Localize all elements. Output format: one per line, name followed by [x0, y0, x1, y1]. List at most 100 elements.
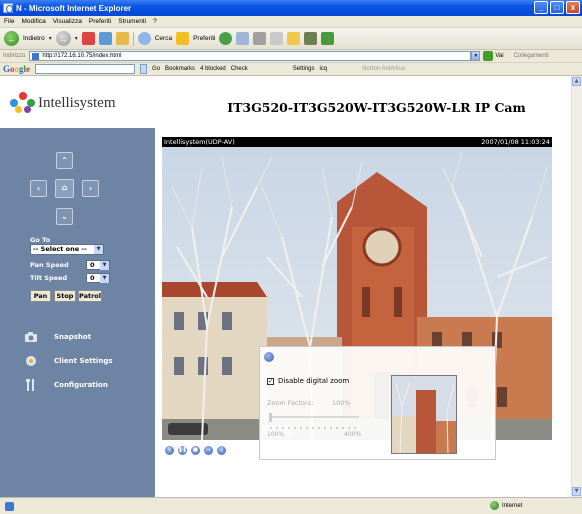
home-icon[interactable]	[115, 32, 129, 45]
forward-arrow-icon[interactable]: →	[55, 31, 71, 46]
zoom-factor-slider[interactable]	[267, 411, 363, 431]
google-toolbar: Google Go Bookmarks 4 blocked Check Sett…	[0, 63, 582, 76]
tilt-up-button[interactable]: ⌃	[56, 152, 73, 169]
history-icon[interactable]	[219, 32, 233, 45]
address-input[interactable]: http://172.16.10.75/index.html	[29, 51, 472, 61]
messenger-icon[interactable]	[304, 32, 318, 45]
menu-modifica[interactable]: Modifica	[21, 18, 45, 25]
zoom-preview-thumbnail[interactable]	[391, 375, 457, 454]
plugin-icon[interactable]	[321, 32, 335, 45]
tilt-speed-select[interactable]: 0 ▼	[86, 273, 110, 283]
zoom-factor-label: Zoom Factors:	[267, 399, 314, 407]
page-scrollbar[interactable]: ▲ ▼	[571, 76, 582, 497]
nav-configuration[interactable]: Configuration	[24, 379, 108, 391]
tilt-speed-label: Tilt Speed	[30, 274, 68, 282]
nav-client-settings[interactable]: Client Settings	[24, 355, 113, 367]
address-label: Indirizzo	[3, 53, 26, 59]
talk-icon[interactable]: →	[204, 445, 213, 455]
back-arrow-icon[interactable]: ←	[4, 31, 19, 46]
go-arrow-icon[interactable]	[483, 51, 494, 61]
camera-icon	[24, 331, 38, 343]
goto-preset-select[interactable]: -- Select one -- ▼	[30, 244, 104, 255]
disable-digital-zoom-label[interactable]: Disable digital zoom	[278, 377, 349, 385]
icq-button[interactable]: icq	[319, 66, 327, 72]
video-source: Intellisystem(UDP-AV)	[164, 138, 235, 146]
security-zone-label: Internet	[502, 502, 523, 509]
menu-help[interactable]: ?	[153, 18, 157, 25]
google-popup-blocked[interactable]: 4 blocked	[200, 66, 226, 72]
refresh-icon[interactable]	[98, 32, 112, 45]
scroll-up-icon[interactable]: ▲	[572, 77, 581, 86]
control-sidebar: ⌃ ‹ ⌂ › ⌄ Go To -- Select one -- ▼ Pan S…	[0, 128, 155, 497]
chevron-down-icon[interactable]: ▼	[94, 245, 103, 254]
folder-icon[interactable]	[287, 32, 301, 45]
pan-speed-value: 0	[90, 261, 95, 269]
page-viewport: Intellisystem IT3G520-IT3G520W-IT3G520W-…	[0, 76, 582, 497]
goto-preset-value: -- Select one --	[33, 245, 87, 253]
zoom-factor-value: 100%	[332, 399, 351, 407]
menu-bar: File Modifica Visualizza Preferiti Strum…	[0, 16, 582, 28]
google-settings-button[interactable]: Settings	[293, 66, 315, 72]
norton-antivirus-button[interactable]: Norton AntiVirus	[362, 66, 405, 72]
pan-left-button[interactable]: ‹	[30, 180, 47, 197]
google-search-dropdown-icon[interactable]	[140, 64, 148, 74]
standard-toolbar: ← Indietro ▾ → ▾ Cerca Preferiti	[0, 28, 582, 50]
search-button-label[interactable]: Cerca	[155, 35, 172, 42]
chevron-down-icon[interactable]: ▼	[100, 274, 109, 283]
google-search-input[interactable]	[35, 64, 136, 74]
google-bookmarks-button[interactable]: Bookmarks	[165, 66, 195, 72]
close-button[interactable]: x	[566, 1, 580, 14]
pan-button[interactable]: Pan	[30, 290, 51, 302]
menu-visualizza[interactable]: Visualizza	[53, 18, 82, 25]
volume-icon[interactable]: ♫	[217, 445, 226, 455]
home-position-button[interactable]: ⌂	[55, 179, 74, 198]
stop-video-icon[interactable]: ■	[191, 445, 200, 455]
menu-preferiti[interactable]: Preferiti	[89, 18, 111, 25]
forward-dropdown-icon[interactable]: ▾	[75, 35, 78, 42]
back-dropdown-icon[interactable]: ▾	[49, 35, 52, 42]
links-label[interactable]: Collegamenti	[514, 53, 549, 59]
pan-right-button[interactable]: ›	[82, 180, 99, 197]
stop-button[interactable]: Stop	[54, 290, 76, 302]
disable-digital-zoom-checkbox[interactable]: ✓	[267, 378, 274, 385]
zoom-magnifier-icon[interactable]: ⚲	[165, 445, 174, 455]
ie-app-icon	[3, 3, 13, 13]
favorites-button-label[interactable]: Preferiti	[193, 35, 215, 42]
back-button-label[interactable]: Indietro	[23, 35, 45, 42]
tools-icon	[24, 379, 38, 391]
internet-globe-icon	[490, 501, 499, 510]
toolbar-separator	[132, 31, 134, 46]
window-titlebar: N - Microsoft Internet Explorer _ □ x	[0, 0, 582, 16]
nav-snapshot[interactable]: Snapshot	[24, 331, 91, 343]
video-timestamp: 2007/01/08 11:03:24	[481, 138, 550, 146]
tilt-down-button[interactable]: ⌄	[56, 208, 73, 225]
go-button-label[interactable]: Vai	[495, 53, 503, 59]
zoom-magnifier-icon[interactable]	[264, 352, 274, 362]
brand-star-icon	[10, 92, 36, 114]
google-check-button[interactable]: Check	[231, 66, 248, 72]
scroll-down-icon[interactable]: ▼	[572, 487, 581, 496]
page-status-icon	[5, 501, 14, 511]
maximize-button[interactable]: □	[550, 1, 564, 14]
window-title: N - Microsoft Internet Explorer	[16, 3, 132, 13]
favorites-star-icon[interactable]	[176, 32, 190, 45]
print-icon[interactable]	[253, 32, 267, 45]
chevron-down-icon[interactable]: ▼	[100, 261, 109, 270]
menu-strumenti[interactable]: Strumenti	[118, 18, 146, 25]
pan-speed-label: Pan Speed	[30, 261, 69, 269]
zoom-min-label: 100%	[267, 431, 285, 438]
search-icon[interactable]	[137, 32, 151, 45]
patrol-button[interactable]: Patrol	[78, 290, 102, 302]
menu-file[interactable]: File	[4, 18, 14, 25]
google-go-button[interactable]: Go	[152, 66, 160, 72]
minimize-button[interactable]: _	[534, 1, 548, 14]
sidebar-gap	[155, 128, 162, 497]
address-dropdown-icon[interactable]: ▼	[471, 51, 481, 61]
pan-speed-select[interactable]: 0 ▼	[86, 260, 110, 270]
mail-icon[interactable]	[236, 32, 250, 45]
pause-icon[interactable]: ❚❚	[178, 445, 187, 455]
brand-logo: Intellisystem	[10, 92, 116, 114]
status-bar: Internet	[0, 497, 582, 514]
edit-icon[interactable]	[270, 32, 284, 45]
stop-icon[interactable]	[81, 32, 95, 45]
